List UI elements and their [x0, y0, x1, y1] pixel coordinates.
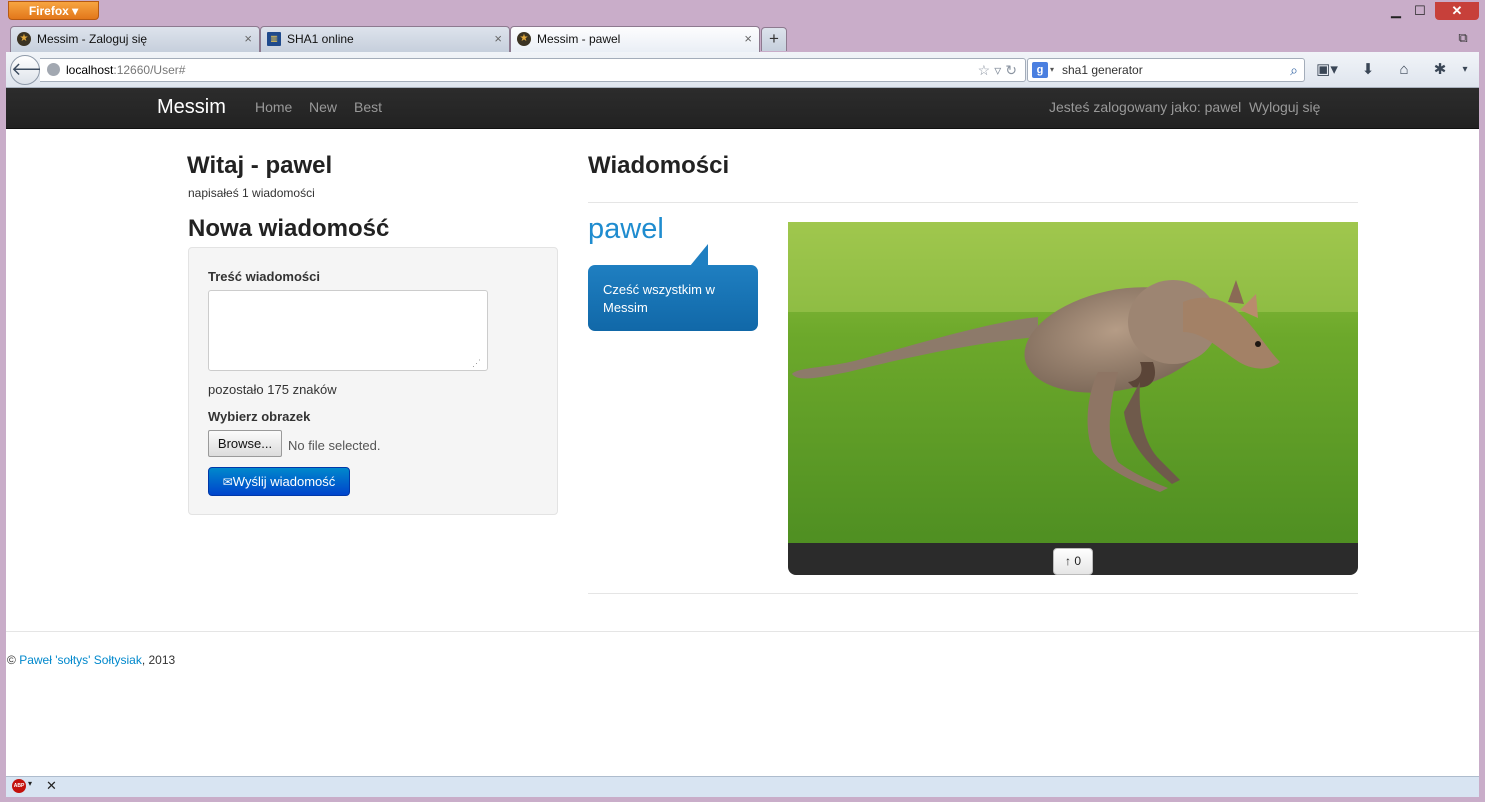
downloads-icon[interactable]: ⬇	[1357, 60, 1379, 80]
page-viewport: Messim Home New Best Jesteś zalogowany j…	[6, 88, 1479, 776]
tab-messim-login[interactable]: ★ Messim - Zaloguj się ×	[10, 26, 260, 52]
copyright-symbol: ©	[7, 653, 16, 667]
reload-icon[interactable]: ↻	[1005, 62, 1021, 78]
new-message-form: Treść wiadomości ⋰ pozostało 175 znaków …	[188, 247, 558, 515]
new-message-heading: Nowa wiadomość	[188, 215, 390, 242]
firebug-icon[interactable]: ✱	[1429, 60, 1451, 80]
adblock-dropdown-icon[interactable]: ▾	[28, 779, 32, 788]
tab-close-icon[interactable]: ×	[744, 27, 752, 51]
tab-close-icon[interactable]: ×	[244, 27, 252, 51]
divider	[588, 593, 1358, 594]
bookmarks-menu-icon[interactable]: ▣▾	[1311, 60, 1343, 80]
tab-title: Messim - Zaloguj się	[37, 32, 148, 46]
search-bar[interactable]: g ▾ sha1 generator ⌕	[1027, 58, 1305, 82]
divider	[588, 202, 1358, 203]
upvote-button[interactable]: ↑ 0	[1053, 548, 1093, 575]
messim-favicon-icon: ★	[517, 32, 531, 46]
envelope-icon: ✉	[222, 475, 233, 489]
addon-bar: ABP ▾ ✕	[6, 776, 1479, 797]
tab-messim-pawel[interactable]: ★ Messim - pawel ×	[510, 26, 760, 53]
close-addon-bar-icon[interactable]: ✕	[46, 777, 57, 795]
maximize-button[interactable]: ☐	[1406, 2, 1434, 20]
image-label: Wybierz obrazek	[208, 409, 311, 424]
nav-best-link[interactable]: Best	[354, 88, 382, 126]
navigation-toolbar: 🡐 localhost:12660/User# ☆▿↻ g ▾ sha1 gen…	[6, 52, 1479, 88]
remaining-chars-text: pozostało 175 znaków	[208, 382, 337, 397]
home-icon[interactable]: ⌂	[1393, 60, 1415, 80]
tab-close-icon[interactable]: ×	[494, 27, 502, 51]
url-bar[interactable]: localhost:12660/User# ☆▿↻	[40, 58, 1026, 82]
sha1-favicon-icon: ▥	[267, 32, 281, 46]
tab-title: Messim - pawel	[537, 32, 621, 46]
overflow-menu-icon[interactable]: ▾	[1457, 60, 1473, 80]
tab-sha1-online[interactable]: ▥ SHA1 online ×	[260, 26, 510, 52]
firefox-menu-button[interactable]: Firefox ▾	[8, 1, 99, 20]
nav-new-link[interactable]: New	[309, 88, 337, 126]
search-magnifier-icon[interactable]: ⌕	[1290, 59, 1298, 81]
logout-link[interactable]: Wyloguj się	[1249, 88, 1320, 126]
close-window-button[interactable]: ✕	[1435, 2, 1479, 20]
site-identity-globe-icon[interactable]	[47, 63, 60, 76]
textarea-resize-grip-icon[interactable]: ⋰	[472, 358, 554, 512]
messages-heading: Wiadomości	[588, 152, 730, 179]
nav-home-link[interactable]: Home	[255, 88, 292, 126]
history-dropdown-icon[interactable]: ▿	[994, 62, 1005, 78]
message-author-link[interactable]: pawel	[588, 213, 664, 246]
file-status-text: No file selected.	[288, 438, 381, 453]
search-input[interactable]: sha1 generator	[1062, 63, 1143, 77]
footer-year: , 2013	[141, 653, 176, 667]
messim-favicon-icon: ★	[17, 32, 31, 46]
site-navbar: Messim Home New Best Jesteś zalogowany j…	[6, 88, 1479, 129]
google-engine-icon[interactable]: g	[1032, 62, 1048, 78]
message-speech-bubble: Cześć wszystkim w Messim	[588, 265, 758, 331]
adblock-plus-icon[interactable]: ABP	[12, 779, 26, 793]
list-all-tabs-icon[interactable]: ⧉	[1455, 30, 1471, 46]
content-label: Treść wiadomości	[208, 269, 320, 284]
site-brand[interactable]: Messim	[157, 88, 226, 126]
tab-title: SHA1 online	[287, 32, 354, 46]
message-count-text: napisałeś 1 wiadomości	[188, 186, 315, 200]
url-path: :12660/User#	[113, 63, 186, 77]
browse-file-button[interactable]: Browse...	[208, 430, 282, 457]
url-bar-icons: ☆▿↻	[978, 59, 1021, 81]
author-link[interactable]: Paweł 'sołtys' Sołtysiak	[19, 653, 142, 667]
send-message-button[interactable]: ✉Wyślij wiadomość	[208, 467, 350, 496]
kangaroo-photo	[788, 222, 1358, 543]
message-image-card: ↑ 0	[788, 222, 1358, 575]
url-host: localhost	[66, 63, 114, 77]
send-label: Wyślij wiadomość	[232, 474, 336, 489]
footer: © Paweł 'sołtys' Sołtysiak, 2013	[7, 653, 175, 667]
speech-bubble-tail	[690, 244, 708, 266]
window-titlebar: Firefox ▾ ▁ ☐ ✕	[0, 0, 1485, 26]
message-content-textarea[interactable]	[208, 290, 488, 371]
logged-in-user-text: Jesteś zalogowany jako: pawel	[1049, 99, 1242, 115]
bookmark-star-icon[interactable]: ☆	[978, 62, 995, 78]
new-tab-button[interactable]: +	[761, 27, 787, 51]
back-arrow-icon[interactable]: 🡐	[10, 55, 59, 85]
footer-divider	[6, 631, 1479, 632]
greeting-heading: Witaj - pawel	[187, 152, 333, 179]
engine-dropdown-icon[interactable]: ▾	[1050, 59, 1054, 81]
tab-strip: ★ Messim - Zaloguj się × ▥ SHA1 online ×…	[0, 24, 1485, 53]
